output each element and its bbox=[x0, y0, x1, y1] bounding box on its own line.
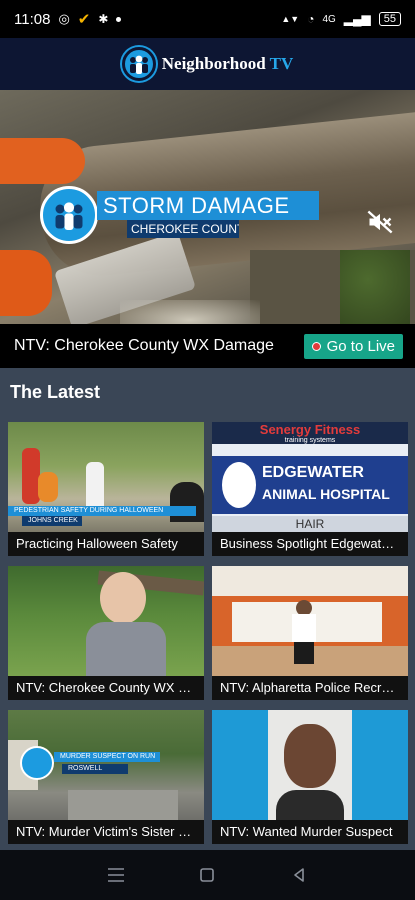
home-button[interactable] bbox=[192, 860, 222, 890]
hero-subheadline: CHEROKEE COUNTY bbox=[127, 220, 239, 238]
whatsapp-icon: ◎ bbox=[58, 11, 70, 26]
thumbnail-overlay-sub: ROSWELL bbox=[62, 764, 128, 774]
thumbnail-overlay-title: PEDESTRIAN SAFETY DURING HALLOWEEN bbox=[8, 506, 196, 516]
wifi-icon: ◔ bbox=[307, 12, 315, 26]
sign-main2: ANIMAL HOSPITAL bbox=[262, 486, 390, 502]
network-speed-icon: ▲▼ bbox=[281, 14, 300, 24]
app-logo-icon bbox=[121, 47, 156, 81]
system-nav-bar bbox=[0, 850, 415, 900]
app-header: Neighborhood TV bbox=[0, 38, 415, 90]
storm-logo-icon bbox=[40, 186, 98, 244]
menu-lines-icon bbox=[107, 868, 124, 882]
recent-apps-button[interactable] bbox=[101, 860, 131, 890]
live-dot-icon bbox=[311, 341, 321, 351]
hero-arm-graphic bbox=[0, 138, 85, 184]
thumbnail-logo-icon bbox=[20, 746, 54, 780]
sign-bottom: HAIR bbox=[212, 516, 408, 532]
video-card-cherokee[interactable]: NTV: Cherokee County WX Damage bbox=[8, 566, 204, 700]
app-title-main: Neighborhood bbox=[161, 54, 266, 73]
notification-dot-icon bbox=[116, 16, 122, 22]
check-icon: ✔ bbox=[77, 11, 91, 28]
dog-logo-icon bbox=[222, 462, 256, 508]
mute-button[interactable] bbox=[364, 206, 396, 238]
hero-video-player[interactable]: STORM DAMAGE CHEROKEE COUNTY bbox=[0, 90, 415, 324]
video-card-caption: NTV: Wanted Murder Suspect bbox=[212, 820, 408, 844]
app-title-tv: TV bbox=[269, 54, 294, 73]
signal-icon: ▂▄▆ bbox=[343, 12, 371, 26]
battery-icon: 55 bbox=[378, 12, 401, 26]
video-card-wanted-suspect[interactable]: NTV: Wanted Murder Suspect bbox=[212, 710, 408, 844]
video-thumbnail bbox=[212, 566, 408, 676]
video-card-caption: NTV: Alpharetta Police Recruitment bbox=[212, 676, 408, 700]
go-to-live-label: Go to Live bbox=[326, 337, 395, 355]
app-title: Neighborhood TV bbox=[162, 54, 294, 74]
video-card-caption: NTV: Cherokee County WX Damage bbox=[8, 676, 204, 700]
video-thumbnail bbox=[212, 710, 408, 820]
video-card-murder-victim[interactable]: MURDER SUSPECT ON RUN ROSWELL NTV: Murde… bbox=[8, 710, 204, 844]
now-playing-bar: NTV: Cherokee County WX Damage Go to Liv… bbox=[0, 324, 415, 368]
latest-heading: The Latest bbox=[10, 382, 101, 402]
video-card-edgewater[interactable]: Senergy Fitness training systems EDGEWAT… bbox=[212, 422, 408, 556]
hero-sawdust-graphic bbox=[120, 300, 260, 324]
back-triangle-icon bbox=[294, 868, 304, 882]
hero-headline: STORM DAMAGE bbox=[97, 191, 319, 220]
thumbnail-overlay-title: MURDER SUSPECT ON RUN bbox=[54, 752, 160, 762]
hero-arm-lower-graphic bbox=[0, 250, 52, 316]
sign-top-sub: training systems bbox=[284, 437, 336, 444]
network-type: 4G bbox=[322, 13, 336, 25]
now-playing-title: NTV: Cherokee County WX Damage bbox=[14, 337, 274, 354]
latest-section: The Latest PEDESTRIAN SAFETY DURING HALL… bbox=[0, 368, 415, 850]
video-thumbnail: MURDER SUSPECT ON RUN ROSWELL bbox=[8, 710, 204, 820]
status-time: 11:08 bbox=[14, 10, 51, 28]
hero-plant-graphic bbox=[340, 250, 410, 324]
video-card-halloween[interactable]: PEDESTRIAN SAFETY DURING HALLOWEEN JOHNS… bbox=[8, 422, 204, 556]
home-square-icon bbox=[200, 868, 215, 882]
video-card-caption: Practicing Halloween Safety bbox=[8, 532, 204, 556]
go-to-live-button[interactable]: Go to Live bbox=[303, 333, 403, 359]
app-icon: ✱ bbox=[98, 12, 109, 26]
thumbnail-overlay-sub: JOHNS CREEK bbox=[22, 516, 82, 526]
video-thumbnail: PEDESTRIAN SAFETY DURING HALLOWEEN JOHNS… bbox=[8, 422, 204, 532]
volume-muted-icon bbox=[367, 210, 393, 234]
video-card-caption: NTV: Murder Victim's Sister Speaks bbox=[8, 820, 204, 844]
video-thumbnail bbox=[8, 566, 204, 676]
back-button[interactable] bbox=[284, 860, 314, 890]
video-thumbnail: Senergy Fitness training systems EDGEWAT… bbox=[212, 422, 408, 532]
video-card-alpharetta[interactable]: NTV: Alpharetta Police Recruitment bbox=[212, 566, 408, 700]
video-card-caption: Business Spotlight Edgewater Animal Hosp… bbox=[212, 532, 408, 556]
status-bar: 11:08 ◎ ✔ ✱ ▲▼ ◔ 4G ▂▄▆ 55 bbox=[0, 0, 415, 38]
sign-main: EDGEWATER bbox=[262, 464, 364, 481]
